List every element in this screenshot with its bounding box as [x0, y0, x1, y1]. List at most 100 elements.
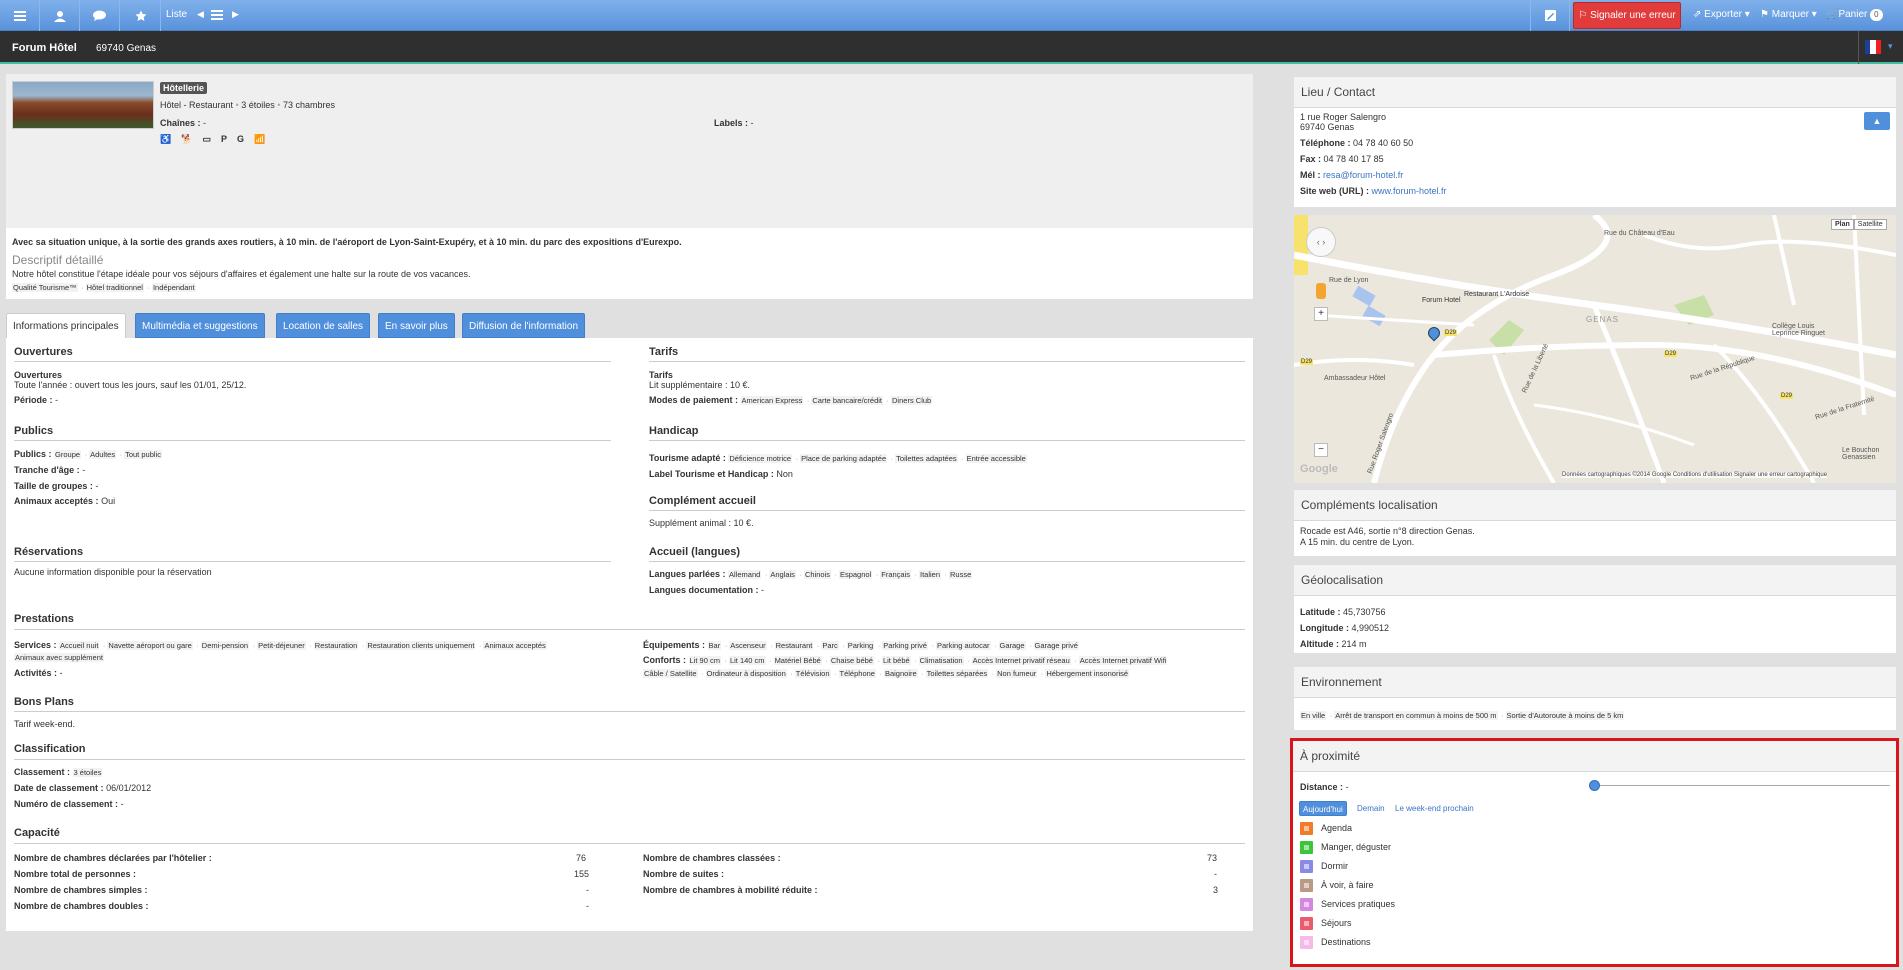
zoom-out-button[interactable]: − — [1314, 443, 1328, 457]
animaux-row: Animaux acceptés : Oui — [14, 496, 116, 506]
environment-tags: En villeArrêt de transport en commun à m… — [1300, 710, 1632, 720]
category-label: Services pratiques — [1321, 899, 1396, 909]
user-icon[interactable] — [40, 0, 80, 31]
page-city: 69740 Genas — [96, 43, 157, 54]
next-icon[interactable]: ▶ — [232, 0, 239, 31]
cart-count-badge: 0 — [1870, 9, 1883, 21]
language-chevron-icon[interactable]: ▾ — [1888, 41, 1893, 52]
tag: Italien — [919, 570, 947, 579]
chat-icon[interactable] — [80, 0, 120, 31]
star-icon[interactable] — [121, 0, 161, 31]
tag: Animaux avec supplément — [14, 653, 104, 662]
map-label: Restaurant L'Ardoise — [1464, 291, 1530, 298]
tag: En ville — [1300, 711, 1332, 720]
category-checkbox[interactable] — [1300, 879, 1313, 892]
parking-icon: P — [220, 134, 227, 144]
tarifs-text: Lit supplémentaire : 10 €. — [649, 380, 751, 390]
environment-title: Environnement — [1294, 667, 1896, 698]
tag: Français — [880, 570, 917, 579]
classement-row: Classement : 3 étoiles — [14, 767, 103, 777]
tourisme-row: Tourisme adapté : Déficience motricePlac… — [649, 453, 1035, 463]
label-th-row: Label Tourisme et Handicap : Non — [649, 469, 793, 479]
french-flag-icon[interactable] — [1865, 40, 1881, 54]
website-link[interactable]: www.forum-hotel.fr — [1372, 186, 1447, 196]
tag: Lit bébé — [881, 656, 916, 665]
distance-slider-track[interactable] — [1595, 785, 1890, 786]
latitude-row: Latitude : 45,730756 — [1300, 607, 1386, 617]
numero-row: Numéro de classement : - — [14, 799, 124, 809]
cart-button[interactable]: 🛒Panier 0 — [1826, 0, 1883, 31]
tab-informations[interactable]: Informations principales — [6, 313, 126, 338]
tag: Ascenseur — [729, 641, 773, 650]
cap-label: Nombre de chambres à mobilité réduite : — [643, 885, 818, 895]
amenity-icons: ♿ 🐕 ▭ P G 📶 — [160, 134, 275, 148]
credit-card-icon: ▭ — [202, 134, 211, 144]
tag: Lit 140 cm — [728, 656, 771, 665]
export-button[interactable]: ⇗ Exporter ▾ — [1693, 0, 1750, 31]
map-label: Ambassadeur Hôtel — [1324, 375, 1386, 382]
address-line-1: 1 rue Roger Salengro — [1300, 112, 1387, 122]
tag: Parking — [846, 641, 881, 650]
category-checkbox[interactable] — [1300, 936, 1313, 949]
tag: Accès Internet privatif réseau — [971, 656, 1077, 665]
tag: Groupe — [54, 450, 87, 459]
tab-location-salles[interactable]: Location de salles — [276, 313, 371, 338]
map-pan-control[interactable]: ‹ › — [1306, 227, 1336, 257]
tag: Hébergement insonorisé — [1045, 669, 1130, 678]
email-link[interactable]: resa@forum-hotel.fr — [1323, 170, 1403, 180]
altitude-row: Altitude : 214 m — [1300, 639, 1367, 649]
tarifs-subtitle: Tarifs — [649, 370, 673, 380]
hotel-photo[interactable] — [12, 81, 154, 129]
tag: Lit 90 cm — [688, 656, 727, 665]
category-label: Agenda — [1321, 823, 1353, 833]
tab-en-savoir-plus[interactable]: En savoir plus — [378, 313, 455, 338]
cap-value: - — [586, 885, 589, 895]
category-checkbox[interactable] — [1300, 917, 1313, 930]
directions-button[interactable]: ▲ — [1864, 112, 1890, 130]
prev-icon[interactable]: ◀ — [197, 0, 204, 31]
tag: Carte bancaire/crédit — [811, 396, 889, 405]
period-today-button[interactable]: Aujourd'hui — [1299, 801, 1347, 816]
map-footer[interactable]: Données cartographiques ©2014 Google Con… — [1562, 472, 1828, 478]
category-checkbox[interactable] — [1300, 898, 1313, 911]
menu-icon[interactable] — [0, 0, 40, 31]
activites-row: Activités : - — [14, 668, 63, 678]
ouvertures-text: Toute l'année : ouvert tous les jours, s… — [14, 380, 247, 390]
pegman-icon[interactable] — [1316, 283, 1326, 299]
zoom-in-button[interactable]: + — [1314, 307, 1328, 321]
category-checkbox[interactable] — [1300, 822, 1313, 835]
map-satellite-button[interactable]: Satellite — [1853, 219, 1887, 230]
tag: Adultes — [89, 450, 122, 459]
google-logo: Google — [1300, 463, 1338, 475]
list-view-icon[interactable] — [211, 0, 223, 31]
road-label: D29 — [1300, 359, 1314, 365]
geolocation-panel: Géolocalisation Latitude : 45,730756 Lon… — [1294, 565, 1896, 653]
cap-value: - — [1214, 869, 1217, 879]
period-tomorrow-button[interactable]: Demain — [1354, 801, 1388, 816]
map-label: Forum Hotel — [1422, 297, 1461, 304]
cap-value: - — [586, 901, 589, 911]
category-label: Destinations — [1321, 937, 1371, 947]
bons-text: Tarif week-end. — [14, 719, 76, 729]
map[interactable]: Plan Satellite ‹ › + − Rue du Château d'… — [1294, 215, 1896, 483]
map-label: Rue de Lyon — [1329, 277, 1369, 284]
tag: Animaux acceptés — [483, 641, 547, 650]
report-error-button[interactable]: ⚐ Signaler une erreur — [1573, 2, 1681, 29]
category-checkbox[interactable] — [1300, 860, 1313, 873]
tag: Russe — [949, 570, 973, 579]
section-reservations: Réservations — [14, 546, 84, 558]
complements-line-2: A 15 min. du centre de Lyon. — [1300, 537, 1415, 547]
tag: Allemand — [728, 570, 768, 579]
category-checkbox[interactable] — [1300, 841, 1313, 854]
desc-title: Descriptif détaillé — [12, 253, 104, 267]
distance-slider-handle[interactable] — [1589, 780, 1600, 791]
map-plan-button[interactable]: Plan — [1831, 219, 1854, 230]
road-label: D29 — [1444, 330, 1458, 336]
period-weekend-button[interactable]: Le week-end prochain — [1392, 801, 1477, 816]
tag: Restaurant — [774, 641, 819, 650]
edit-icon[interactable] — [1530, 0, 1570, 31]
taille-row: Taille de groupes : - — [14, 481, 99, 491]
mark-button[interactable]: ⚑ Marquer ▾ — [1760, 0, 1817, 31]
tab-multimedia[interactable]: Multimédia et suggestions — [135, 313, 265, 338]
tab-diffusion[interactable]: Diffusion de l'information — [462, 313, 586, 338]
